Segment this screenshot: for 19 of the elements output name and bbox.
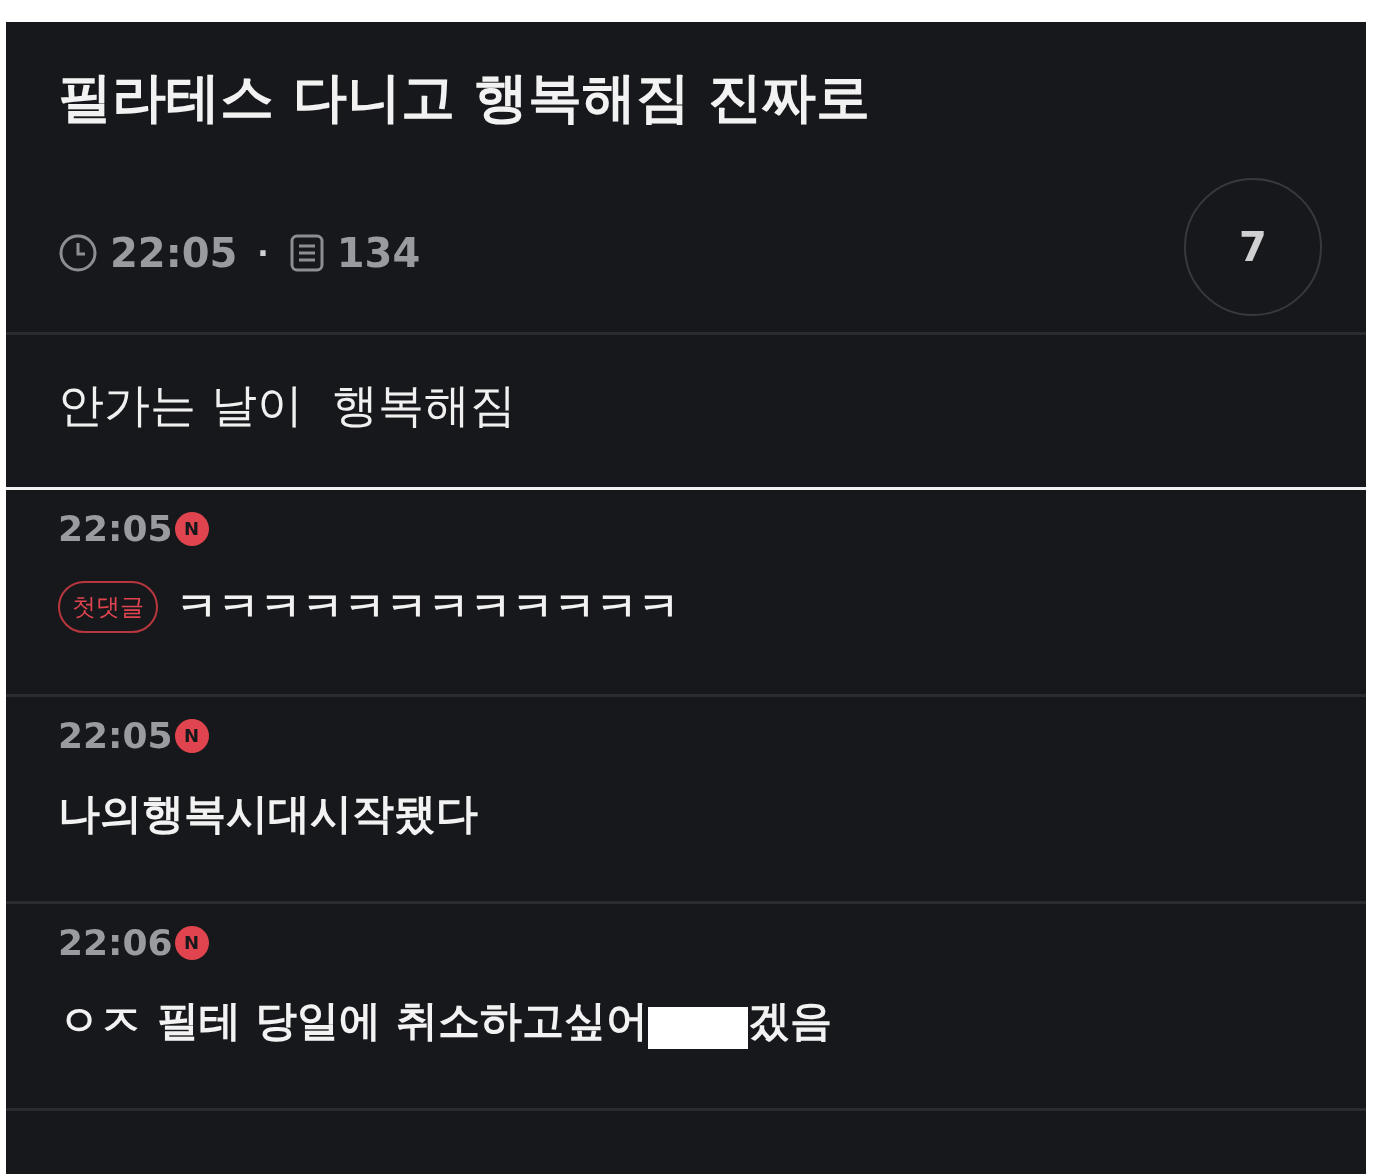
comment-time: 22:06 [58,922,173,963]
document-icon [288,233,325,273]
comment-text: 나의행복시대시작됐다 [58,788,478,840]
clock-icon [58,233,98,273]
post-title: 필라테스 다니고 행복해짐 진짜로 [58,65,872,131]
comment-text: ㅇㅈ 필테 당일에 취소하고싶어 [58,995,648,1047]
new-badge: N [174,925,209,960]
view-count: 134 [336,230,421,276]
first-comment-tag: 첫댓글 [58,581,158,633]
new-badge: N [174,511,209,546]
comment-text: 겠음 [747,995,832,1047]
post-body: 안가는 날이 행복해짐 [58,378,516,432]
comment-count-badge[interactable]: 7 [1184,178,1322,316]
comment-time: 22:05 [58,508,173,549]
separator-dot: · [257,235,269,271]
comment-time: 22:05 [58,715,173,756]
comment-text: ㅋㅋㅋㅋㅋㅋㅋㅋㅋㅋㅋㅋ [176,581,680,633]
new-badge: N [174,718,209,753]
post-time: 22:05 [110,230,238,276]
